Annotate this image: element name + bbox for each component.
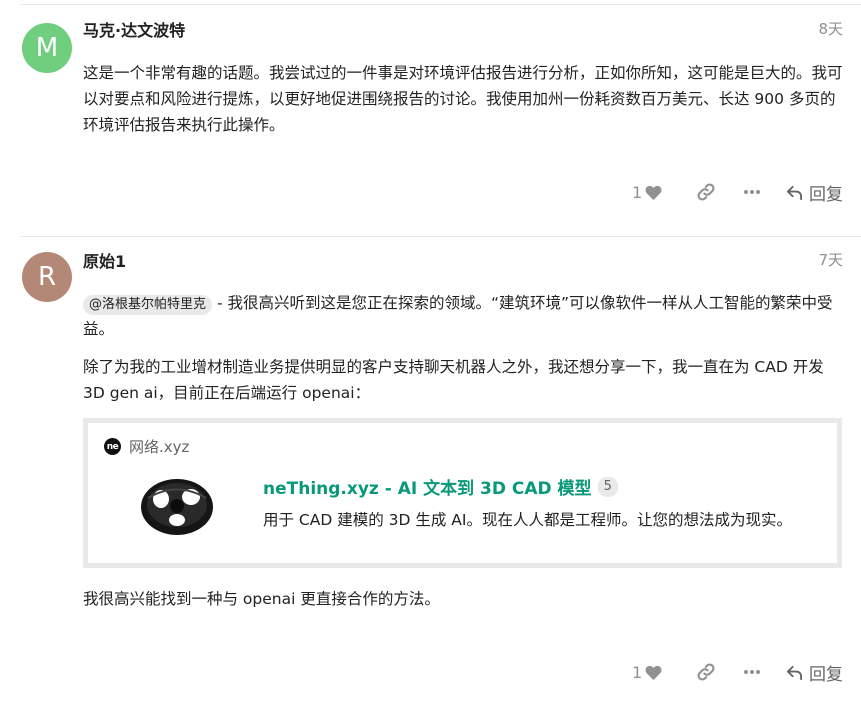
- avatar-letter: R: [37, 262, 57, 292]
- link-icon[interactable]: [694, 182, 718, 202]
- link-preview-card[interactable]: ne 网络.xyz neThing.xyz - AI 文本到 3D CAD 模型…: [83, 418, 842, 568]
- reply-arrow-icon: [786, 185, 803, 200]
- preview-source[interactable]: ne 网络.xyz: [104, 436, 189, 457]
- preview-title-text: neThing.xyz - AI 文本到 3D CAD 模型: [263, 479, 592, 499]
- ellipsis-icon[interactable]: [740, 669, 764, 675]
- like-button[interactable]: 1: [632, 183, 672, 202]
- source-domain: 网络.xyz: [129, 438, 190, 456]
- ellipsis-icon[interactable]: [740, 189, 764, 195]
- post-date[interactable]: 8天: [818, 18, 843, 39]
- heart-icon: [645, 185, 662, 200]
- post-paragraph: 我很高兴能找到一种与 openai 更直接合作的方法。: [83, 590, 440, 608]
- post-actions: 1 回复: [632, 177, 843, 207]
- preview-title[interactable]: neThing.xyz - AI 文本到 3D CAD 模型 5: [263, 474, 618, 499]
- reply-arrow-icon: [786, 665, 803, 680]
- like-button[interactable]: 1: [632, 663, 672, 682]
- reply-label: 回复: [809, 664, 843, 685]
- post-2: R 原始1 7天 @洛根基尔帕特里克 - 我很高兴听到这是您正在探索的领域。“建…: [0, 237, 861, 703]
- reply-button[interactable]: 回复: [786, 660, 843, 685]
- avatar-letter: M: [35, 33, 59, 63]
- username[interactable]: 原始1: [83, 248, 126, 272]
- post-1: M 马克·达文波特 8天 这是一个非常有趣的话题。我尝试过的一件事是对环境评估报…: [0, 0, 861, 236]
- post-text: 这是一个非常有趣的话题。我尝试过的一件事是对环境评估报告进行分析，正如你所知，这…: [83, 64, 843, 134]
- post-date[interactable]: 7天: [818, 249, 843, 270]
- post-paragraph: 除了为我的工业增材制造业务提供明显的客户支持聊天机器人之外，我还想分享一下，我一…: [83, 358, 824, 402]
- heart-icon: [645, 665, 662, 680]
- avatar[interactable]: M: [22, 23, 72, 73]
- site-favicon: ne: [104, 438, 121, 455]
- preview-thumbnail[interactable]: [138, 476, 216, 536]
- link-icon[interactable]: [694, 662, 718, 682]
- click-count-badge: 5: [597, 476, 618, 497]
- like-count: 1: [632, 662, 643, 682]
- reply-label: 回复: [809, 184, 843, 205]
- post-actions: 1 回复: [632, 657, 843, 687]
- like-count: 1: [632, 182, 643, 202]
- avatar[interactable]: R: [22, 252, 72, 302]
- post-text: @洛根基尔帕特里克 - 我很高兴听到这是您正在探索的领域。“建筑环境”可以像软件…: [83, 290, 843, 342]
- user-mention[interactable]: @洛根基尔帕特里克: [83, 295, 213, 315]
- reply-button[interactable]: 回复: [786, 180, 843, 205]
- preview-description: 用于 CAD 建模的 3D 生成 AI。现在人人都是工程师。让您的想法成为现实。: [263, 511, 792, 529]
- username[interactable]: 马克·达文波特: [83, 17, 185, 41]
